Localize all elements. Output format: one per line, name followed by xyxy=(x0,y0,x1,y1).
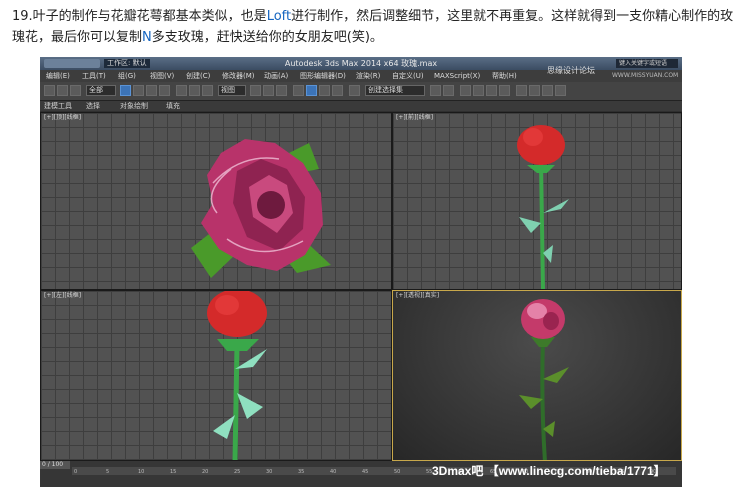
selection-filter-dropdown[interactable]: 全部 xyxy=(86,85,116,96)
menu-views[interactable]: 视图(V) xyxy=(150,70,174,82)
caption-n: N xyxy=(142,30,152,45)
named-selection-set-dropdown[interactable]: 创建选择集 xyxy=(365,85,425,96)
search-input[interactable]: 键入关键字或短语 xyxy=(616,59,678,68)
rose-left-view xyxy=(207,291,267,460)
snap-toggle-icon[interactable] xyxy=(293,85,304,96)
3dsmax-window: 工作区: 默认 Autodesk 3ds Max 2014 x64 玫瑰.max… xyxy=(40,57,682,487)
keyboard-shortcut-icon[interactable] xyxy=(276,85,287,96)
region-select-icon[interactable] xyxy=(146,85,157,96)
window-crossing-icon[interactable] xyxy=(159,85,170,96)
rose-perspective-view xyxy=(519,299,569,460)
tab-object-paint[interactable]: 对象绘制 xyxy=(120,101,148,111)
timeline-tick: 35 xyxy=(298,469,305,475)
ribbon-tabs: 建模工具 选择 对象绘制 填充 xyxy=(40,101,682,111)
render-setup-icon[interactable] xyxy=(529,85,540,96)
caption-text-1: 19.叶子的制作与花瓣花萼都基本类似，也是 xyxy=(12,9,267,24)
select-by-name-icon[interactable] xyxy=(133,85,144,96)
timeline-tick: 45 xyxy=(362,469,369,475)
menu-create[interactable]: 创建(C) xyxy=(186,70,210,82)
bottom-watermark: 3Dmax吧 【www.linecg.com/tieba/1771】 xyxy=(432,464,666,478)
menu-graph-editors[interactable]: 图形编辑器(D) xyxy=(300,70,346,82)
redo-icon[interactable] xyxy=(57,85,68,96)
timeline-tick: 30 xyxy=(266,469,273,475)
timeline-tick: 25 xyxy=(234,469,241,475)
viewport-top[interactable]: [+][顶][线框] xyxy=(40,112,392,290)
menu-tools[interactable]: 工具(T) xyxy=(82,70,106,82)
menu-animation[interactable]: 动画(A) xyxy=(264,70,288,82)
site-watermark: WWW.MISSYUAN.COM xyxy=(612,72,679,79)
tab-modeling[interactable]: 建模工具 xyxy=(44,101,72,111)
timeline-tick: 5 xyxy=(106,469,110,475)
rose-top-view xyxy=(191,139,331,278)
graphite-toggle-icon[interactable] xyxy=(473,85,484,96)
timeline-tick: 10 xyxy=(138,469,145,475)
curve-editor-icon[interactable] xyxy=(486,85,497,96)
forum-watermark: 思缘设计论坛 xyxy=(547,66,595,75)
main-toolbar: 全部 视图 创建选择集 xyxy=(40,82,682,101)
mirror-icon[interactable] xyxy=(430,85,441,96)
edit-named-selection-icon[interactable] xyxy=(349,85,360,96)
schematic-view-icon[interactable] xyxy=(499,85,510,96)
article-caption: 19.叶子的制作与花瓣花萼都基本类似，也是Loft进行制作，然后调整细节，这里就… xyxy=(12,6,742,48)
percent-snap-icon[interactable] xyxy=(319,85,330,96)
align-icon[interactable] xyxy=(443,85,454,96)
scale-icon[interactable] xyxy=(202,85,213,96)
material-editor-icon[interactable] xyxy=(516,85,527,96)
tab-selection[interactable]: 选择 xyxy=(86,101,100,111)
rose-front-view xyxy=(517,125,569,289)
tab-populate[interactable]: 填充 xyxy=(166,101,180,111)
menu-rendering[interactable]: 渲染(R) xyxy=(356,70,380,82)
menu-group[interactable]: 组(G) xyxy=(118,70,136,82)
viewport-left[interactable]: [+][左][线框] xyxy=(40,290,392,461)
rotate-icon[interactable] xyxy=(189,85,200,96)
menu-maxscript[interactable]: MAXScript(X) xyxy=(434,70,480,82)
select-manipulate-icon[interactable] xyxy=(263,85,274,96)
select-object-icon[interactable] xyxy=(120,85,131,96)
link-icon[interactable] xyxy=(70,85,81,96)
pivot-center-icon[interactable] xyxy=(250,85,261,96)
render-production-icon[interactable] xyxy=(555,85,566,96)
frame-counter[interactable]: 0 / 100 xyxy=(40,461,70,469)
timeline-tick: 15 xyxy=(170,469,177,475)
caption-loft: Loft xyxy=(266,9,292,24)
timeline-tick: 40 xyxy=(330,469,337,475)
angle-snap-icon[interactable] xyxy=(306,85,317,96)
spinner-snap-icon[interactable] xyxy=(332,85,343,96)
viewport-perspective[interactable]: [+][透视][真实] xyxy=(392,290,682,461)
undo-icon[interactable] xyxy=(44,85,55,96)
move-icon[interactable] xyxy=(176,85,187,96)
layer-manager-icon[interactable] xyxy=(460,85,471,96)
menu-modifiers[interactable]: 修改器(M) xyxy=(222,70,255,82)
menu-customize[interactable]: 自定义(U) xyxy=(392,70,424,82)
viewport-front[interactable]: [+][前][线框] xyxy=(392,112,682,290)
reference-coordinate-dropdown[interactable]: 视图 xyxy=(218,85,246,96)
menu-edit[interactable]: 编辑(E) xyxy=(46,70,70,82)
caption-text-3: 多支玫瑰，赶快送给你的女朋友吧(笑)。 xyxy=(151,30,383,45)
timeline-tick: 50 xyxy=(394,469,401,475)
timeline-tick: 0 xyxy=(74,469,78,475)
menu-help[interactable]: 帮助(H) xyxy=(492,70,517,82)
timeline-tick: 20 xyxy=(202,469,209,475)
render-frame-icon[interactable] xyxy=(542,85,553,96)
